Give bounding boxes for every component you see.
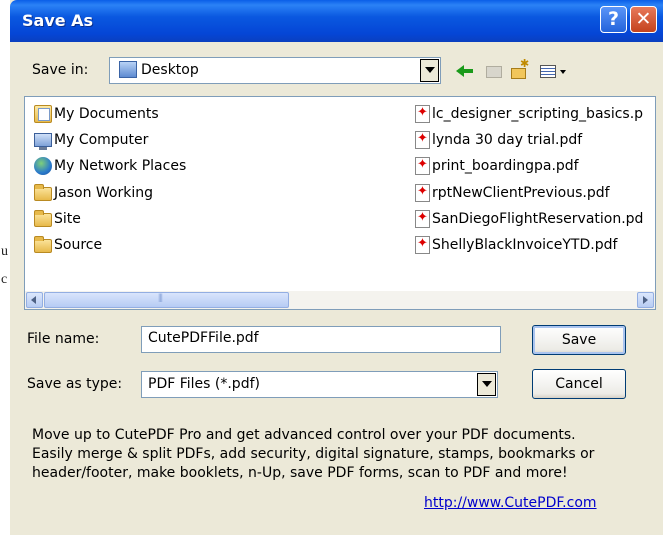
save-in-value: Desktop [141, 62, 199, 78]
chevron-down-icon[interactable] [420, 59, 439, 82]
network-places-icon [34, 157, 52, 175]
list-item[interactable]: lynda 30 day trial.pdf [415, 129, 582, 151]
chevron-down-icon[interactable] [477, 373, 496, 396]
desktop-icon [119, 61, 137, 78]
promo-line: header/footer, make booklets, n-Up, save… [32, 465, 568, 481]
save-as-type-label: Save as type: [27, 376, 123, 392]
new-folder-icon[interactable] [509, 57, 531, 82]
promo-line: Easily merge & split PDFs, add security,… [32, 446, 595, 462]
list-item-label: rptNewClientPrevious.pdf [432, 185, 610, 201]
list-item-label: ShellyBlackInvoiceYTD.pdf [432, 237, 618, 253]
dialog-title: Save As [22, 11, 94, 30]
title-bar[interactable]: Save As ? ✕ [10, 0, 663, 42]
cancel-button[interactable]: Cancel [532, 369, 626, 399]
back-arrow-icon[interactable] [454, 60, 476, 82]
save-in-label: Save in: [32, 62, 89, 78]
pdf-icon [415, 131, 430, 149]
file-name-input[interactable]: CutePDFFile.pdf [141, 326, 501, 353]
background-text-fragment: c [1, 272, 8, 287]
list-item[interactable]: My Documents [34, 103, 159, 125]
pdf-icon [415, 157, 430, 175]
list-item-label: Jason Working [54, 185, 153, 201]
my-computer-icon [34, 133, 52, 150]
scroll-right-icon[interactable] [637, 292, 654, 308]
list-item[interactable]: SanDiegoFlightReservation.pd [415, 208, 643, 230]
save-as-dialog: Save As ? ✕ Save in: Desktop My Document… [10, 0, 663, 535]
list-item-label: print_boardingpa.pdf [432, 158, 579, 174]
list-item-label: Source [54, 237, 103, 253]
list-item[interactable]: print_boardingpa.pdf [415, 155, 579, 177]
list-item-label: My Documents [54, 106, 159, 122]
horizontal-scrollbar[interactable] [25, 291, 655, 309]
list-item-label: My Network Places [54, 158, 187, 174]
promo-line: Move up to CutePDF Pro and get advanced … [32, 427, 576, 443]
scroll-left-icon[interactable] [26, 292, 43, 308]
pdf-icon [415, 210, 430, 228]
file-name-label: File name: [27, 331, 100, 347]
list-item-label: Site [54, 211, 81, 227]
list-item[interactable]: Source [34, 234, 102, 256]
list-item[interactable]: My Network Places [34, 155, 186, 177]
list-item-label: My Computer [54, 132, 149, 148]
folder-icon [34, 236, 52, 253]
list-item[interactable]: lc_designer_scripting_basics.p [415, 103, 643, 125]
up-folder-icon[interactable] [484, 60, 506, 82]
help-button[interactable]: ? [600, 6, 627, 33]
my-documents-icon [34, 105, 52, 123]
list-item-label: SanDiegoFlightReservation.pd [432, 211, 644, 227]
cutepdf-link[interactable]: http://www.CutePDF.com [424, 495, 597, 511]
close-button[interactable]: ✕ [630, 6, 657, 33]
views-menu-icon[interactable] [538, 60, 568, 82]
list-item[interactable]: My Computer [34, 129, 148, 151]
list-item-label: lc_designer_scripting_basics.p [432, 106, 644, 122]
file-list[interactable]: My Documents My Computer My Network Plac… [24, 96, 656, 310]
pdf-icon [415, 105, 430, 123]
pdf-icon [415, 236, 430, 254]
pdf-icon [415, 184, 430, 202]
list-item-label: lynda 30 day trial.pdf [432, 132, 583, 148]
folder-icon [34, 184, 52, 201]
list-item[interactable]: rptNewClientPrevious.pdf [415, 182, 610, 204]
save-button[interactable]: Save [532, 325, 626, 355]
scroll-thumb[interactable] [44, 292, 289, 308]
list-item[interactable]: ShellyBlackInvoiceYTD.pdf [415, 234, 617, 256]
folder-icon [34, 210, 52, 227]
save-as-type-value: PDF Files (*.pdf) [148, 376, 260, 392]
background-text-fragment: u [1, 244, 8, 259]
list-item[interactable]: Site [34, 208, 81, 230]
promo-text: Move up to CutePDF Pro and get advanced … [32, 426, 642, 483]
list-item[interactable]: Jason Working [34, 182, 153, 204]
